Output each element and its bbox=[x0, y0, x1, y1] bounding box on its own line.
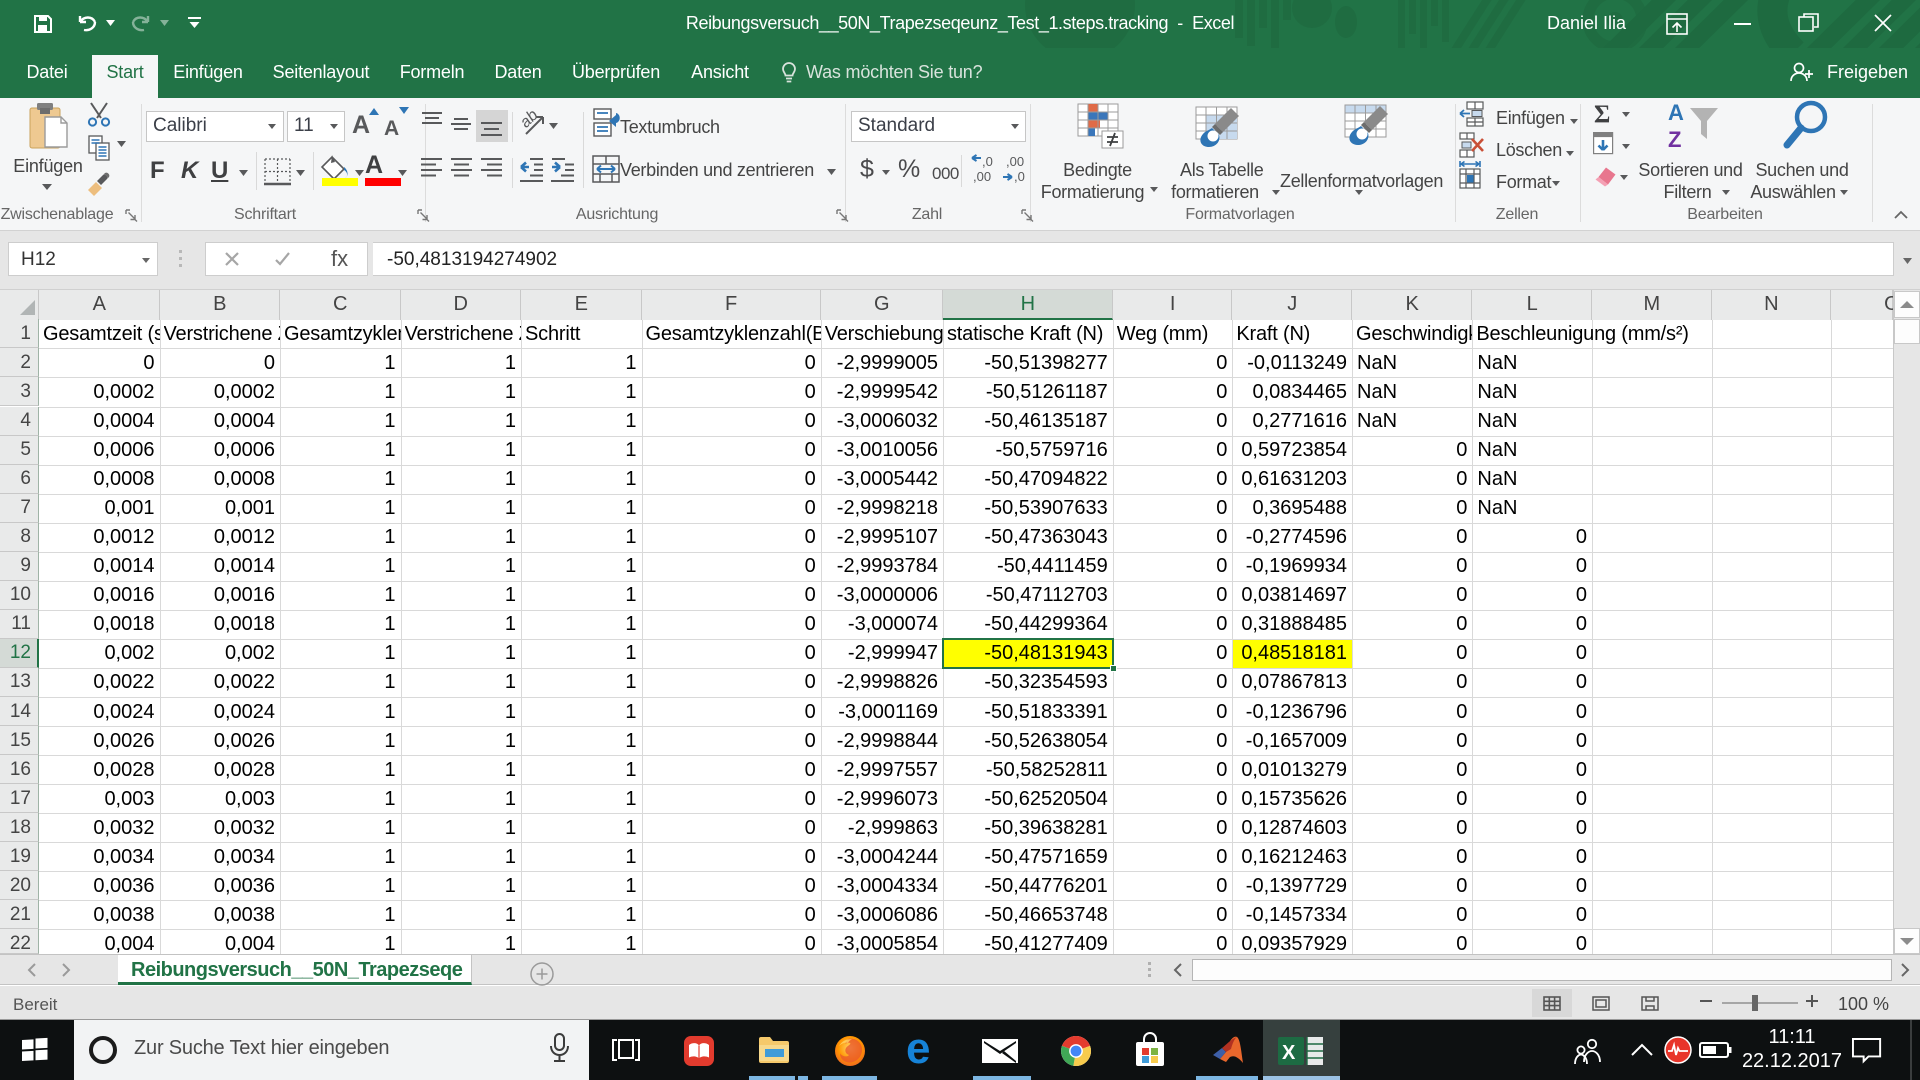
svg-text:Z: Z bbox=[1668, 127, 1681, 152]
svg-text:Σ: Σ bbox=[1594, 101, 1610, 128]
svg-text:ab: ab bbox=[517, 107, 542, 132]
svg-text:,00: ,00 bbox=[1006, 154, 1024, 169]
svg-text:,0: ,0 bbox=[982, 154, 993, 169]
svg-text:A: A bbox=[1668, 100, 1684, 125]
svg-text:,0: ,0 bbox=[1014, 169, 1025, 184]
svg-text:,00: ,00 bbox=[973, 169, 991, 184]
svg-text:e: e bbox=[906, 1024, 929, 1073]
svg-text:X: X bbox=[1282, 1042, 1296, 1064]
